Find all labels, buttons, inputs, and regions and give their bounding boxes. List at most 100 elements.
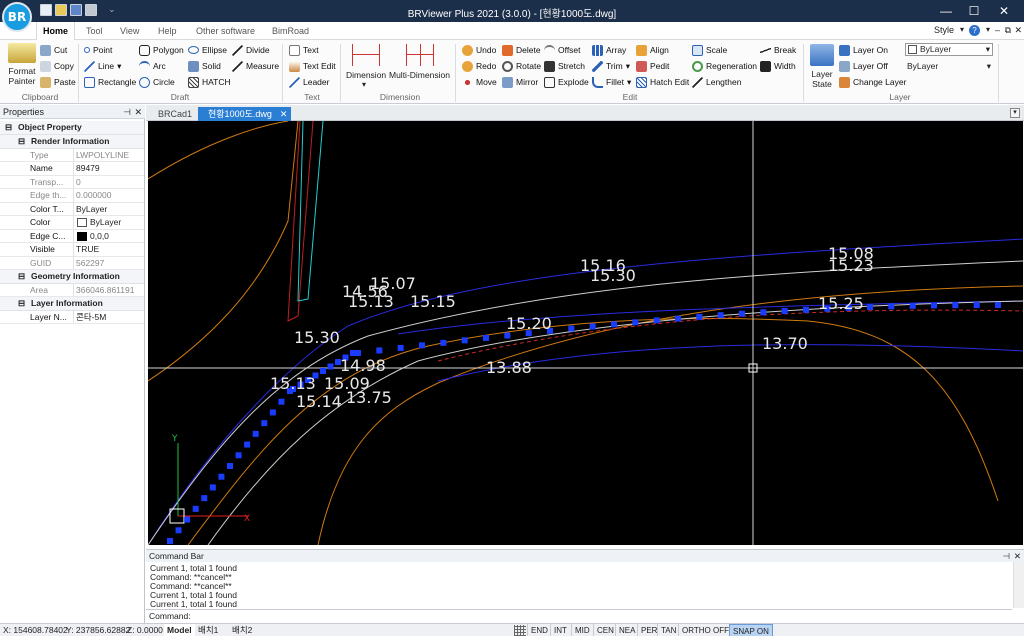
property-row-guid[interactable]: GUID 562297 bbox=[0, 256, 144, 270]
snap-cen[interactable]: CEN bbox=[593, 624, 617, 636]
property-row-edge-thickness[interactable]: Edge th... 0.000000 bbox=[0, 189, 144, 203]
solid-button[interactable]: Solid bbox=[188, 59, 221, 73]
tab-current-drawing[interactable]: 현황1000도.dwg ✕ bbox=[198, 107, 292, 121]
pedit-button[interactable]: Pedit bbox=[636, 59, 669, 73]
tab-brcad1[interactable]: BRCad1 bbox=[148, 107, 202, 121]
multi-dimension-icon[interactable] bbox=[406, 44, 434, 66]
snap-tan[interactable]: TAN bbox=[657, 624, 679, 636]
maximize-icon[interactable]: ☐ bbox=[960, 2, 988, 20]
ribbon-restore-icon[interactable]: ⧉ bbox=[1005, 25, 1011, 36]
ribbon-close-icon[interactable]: ✕ bbox=[1014, 25, 1022, 36]
snap-mid[interactable]: MID bbox=[571, 624, 593, 636]
property-row-edge-color[interactable]: Edge C... 0,0,0 bbox=[0, 229, 144, 243]
circle-button[interactable]: Circle bbox=[139, 75, 175, 89]
tab-view[interactable]: View bbox=[114, 22, 145, 40]
offset-button[interactable]: Offset bbox=[544, 43, 581, 57]
property-row-layer-name[interactable]: Layer N... 콘타-5M bbox=[0, 310, 144, 324]
style-menu[interactable]: Style bbox=[934, 25, 954, 35]
help-icon[interactable]: ? bbox=[969, 25, 980, 36]
property-row-name[interactable]: Name 89479 bbox=[0, 162, 144, 176]
format-painter-icon[interactable] bbox=[8, 43, 36, 63]
trim-button[interactable]: Trim ▾ bbox=[592, 59, 630, 73]
array-button[interactable]: Array bbox=[592, 43, 626, 57]
object-property-section[interactable]: ⊟ Object Property bbox=[0, 121, 144, 135]
multi-dimension-button[interactable]: Multi-Dimension bbox=[389, 70, 450, 80]
tab-list-dropdown-icon[interactable]: ▾ bbox=[1010, 108, 1020, 118]
geometry-info-section[interactable]: ⊟ Geometry Information bbox=[0, 270, 144, 284]
text-button[interactable]: Text bbox=[289, 43, 319, 57]
drawing-canvas[interactable]: X Y 15.07 14.56 15.13 15.15 15.16 15.30 … bbox=[148, 121, 1023, 545]
close-tab-icon[interactable]: ✕ bbox=[280, 109, 288, 119]
dimension-button[interactable]: Dimension bbox=[346, 70, 386, 80]
pin-icon[interactable]: ⊣ bbox=[123, 105, 131, 119]
ribbon-minimize-icon[interactable]: – bbox=[995, 25, 1000, 35]
layout-tab-2[interactable]: 배치2 bbox=[232, 624, 252, 636]
stretch-button[interactable]: Stretch bbox=[544, 59, 585, 73]
fillet-dropdown-icon[interactable]: ▾ bbox=[627, 77, 631, 88]
snap-end[interactable]: END bbox=[527, 624, 551, 636]
ellipse-button[interactable]: Ellipse bbox=[188, 43, 227, 57]
color-dropdown[interactable]: ByLayer ▾ bbox=[905, 43, 993, 56]
ortho-toggle[interactable]: ORTHO OFF bbox=[678, 624, 732, 636]
drawing-svg[interactable]: X Y 15.07 14.56 15.13 15.15 15.16 15.30 … bbox=[148, 121, 1023, 545]
change-layer-button[interactable]: Change Layer bbox=[839, 75, 906, 89]
render-info-section[interactable]: ⊟ Render Information bbox=[0, 135, 144, 149]
redo-button[interactable]: Redo bbox=[462, 59, 496, 73]
pin-icon[interactable]: ⊣ bbox=[1003, 550, 1010, 562]
tab-help[interactable]: Help bbox=[152, 22, 183, 40]
regeneration-button[interactable]: Regeneration bbox=[692, 59, 757, 73]
layer-off-button[interactable]: Layer Off bbox=[839, 59, 888, 73]
break-button[interactable]: Break bbox=[760, 43, 796, 57]
close-icon[interactable]: ✕ bbox=[990, 2, 1018, 20]
linetype-dropdown[interactable]: ByLayer ▾ bbox=[905, 60, 993, 73]
layer-state-button[interactable]: Layer State bbox=[808, 69, 836, 89]
tab-tool[interactable]: Tool bbox=[80, 22, 109, 40]
text-edit-button[interactable]: Text Edit bbox=[289, 59, 336, 73]
line-dropdown-icon[interactable]: ▾ bbox=[117, 61, 121, 72]
dimension-dropdown-icon[interactable]: ▾ bbox=[362, 80, 366, 89]
layout-tab-model[interactable]: Model bbox=[164, 624, 195, 636]
property-row-area[interactable]: Area 366046.861191 bbox=[0, 283, 144, 297]
property-row-color-type[interactable]: Color T... ByLayer bbox=[0, 202, 144, 216]
command-input[interactable]: Command: bbox=[146, 609, 1012, 621]
layer-info-section[interactable]: ⊟ Layer Information bbox=[0, 297, 144, 311]
undo-button[interactable]: Undo bbox=[462, 43, 496, 57]
rectangle-button[interactable]: Rectangle bbox=[84, 75, 136, 89]
snap-toggle[interactable]: SNAP ON bbox=[729, 624, 773, 636]
property-row-color[interactable]: Color ByLayer bbox=[0, 216, 144, 230]
scale-button[interactable]: Scale bbox=[692, 43, 727, 57]
point-button[interactable]: Point bbox=[84, 43, 112, 57]
delete-button[interactable]: Delete bbox=[502, 43, 541, 57]
layer-on-button[interactable]: Layer On bbox=[839, 43, 888, 57]
command-scrollbar[interactable] bbox=[1013, 562, 1024, 608]
hatch-button[interactable]: HATCH bbox=[188, 75, 231, 89]
close-icon[interactable]: ✕ bbox=[134, 105, 142, 119]
measure-button[interactable]: Measure bbox=[232, 59, 279, 73]
align-button[interactable]: Align bbox=[636, 43, 669, 57]
copy-button[interactable]: Copy bbox=[40, 59, 74, 73]
trim-dropdown-icon[interactable]: ▾ bbox=[626, 61, 630, 72]
move-button[interactable]: Move bbox=[462, 75, 497, 89]
help-dropdown-icon[interactable]: ▾ bbox=[986, 25, 990, 34]
width-button[interactable]: Width bbox=[760, 59, 796, 73]
lengthen-button[interactable]: Lengthen bbox=[692, 75, 741, 89]
grid-icon[interactable] bbox=[514, 625, 526, 636]
property-row-visible[interactable]: Visible TRUE bbox=[0, 243, 144, 257]
cut-button[interactable]: Cut bbox=[40, 43, 67, 57]
snap-nea[interactable]: NEA bbox=[615, 624, 638, 636]
mirror-button[interactable]: Mirror bbox=[502, 75, 538, 89]
leader-button[interactable]: Leader bbox=[289, 75, 329, 89]
tab-home[interactable]: Home bbox=[36, 22, 76, 40]
tab-other-software[interactable]: Other software bbox=[190, 22, 261, 40]
arc-button[interactable]: Arc bbox=[139, 59, 166, 73]
explode-button[interactable]: Explode bbox=[544, 75, 589, 89]
rotate-button[interactable]: Rotate bbox=[502, 59, 541, 73]
line-button[interactable]: Line ▾ bbox=[84, 59, 121, 73]
divide-button[interactable]: Divide bbox=[232, 43, 270, 57]
hatch-edit-button[interactable]: Hatch Edit bbox=[636, 75, 689, 89]
style-dropdown-icon[interactable]: ▾ bbox=[960, 25, 964, 34]
format-painter-button[interactable]: Format Painter bbox=[4, 66, 40, 86]
tab-bimroad[interactable]: BimRoad bbox=[266, 22, 315, 40]
close-icon[interactable]: ✕ bbox=[1014, 550, 1021, 562]
polygon-button[interactable]: Polygon bbox=[139, 43, 184, 57]
